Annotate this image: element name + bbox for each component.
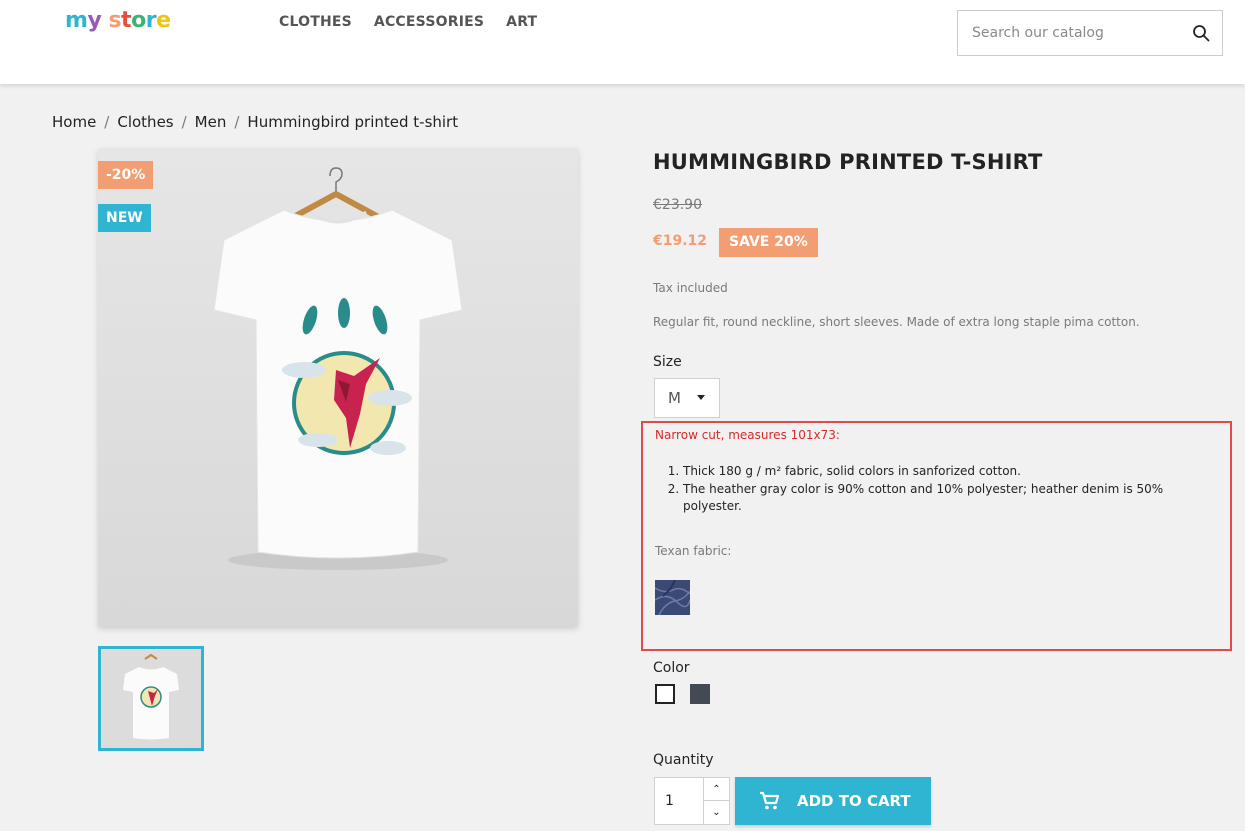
nav-accessories[interactable]: ACCESSORIES xyxy=(374,14,484,30)
logo-part: r xyxy=(145,8,157,33)
discount-badge: SAVE 20% xyxy=(719,228,818,257)
logo-part: t xyxy=(121,8,132,33)
product-title: HUMMINGBIRD PRINTED T-SHIRT xyxy=(653,150,1043,174)
logo-part: o xyxy=(131,8,146,33)
tax-label: Tax included xyxy=(653,281,728,295)
new-flag: NEW xyxy=(98,204,151,232)
color-swatch-white[interactable] xyxy=(655,684,675,704)
site-header: my store CLOTHES ACCESSORIES ART xyxy=(0,0,1245,84)
tshirt-illustration xyxy=(213,167,463,570)
list-item: Thick 180 g / m² fabric, solid colors in… xyxy=(683,463,1218,480)
fabric-label: Texan fabric: xyxy=(655,544,732,558)
add-to-cart-label: ADD TO CART xyxy=(797,792,911,810)
size-label: Size xyxy=(653,354,682,370)
logo-part: m xyxy=(65,8,88,33)
breadcrumb-current: Hummingbird printed t-shirt xyxy=(247,113,459,131)
caret-down-icon xyxy=(697,395,705,400)
logo-part: y xyxy=(87,8,102,33)
shopping-cart-icon xyxy=(760,791,779,810)
increment-button[interactable]: ⌃ xyxy=(704,778,729,801)
breadcrumb-men[interactable]: Men xyxy=(195,113,227,131)
breadcrumb-clothes[interactable]: Clothes xyxy=(117,113,173,131)
store-logo[interactable]: my store xyxy=(65,8,171,33)
list-item: The heather gray color is 90% cotton and… xyxy=(683,481,1218,515)
quantity-stepper: ⌃ ⌄ xyxy=(654,777,730,825)
add-to-cart-button[interactable]: ADD TO CART xyxy=(735,777,931,825)
tshirt-thumbnail-icon xyxy=(123,653,179,740)
color-label: Color xyxy=(653,660,690,676)
product-short-description: Regular fit, round neckline, short sleev… xyxy=(653,315,1140,329)
details-headline: Narrow cut, measures 101x73: xyxy=(655,428,840,442)
size-selected-value: M xyxy=(668,389,681,407)
breadcrumb: Home / Clothes / Men / Hummingbird print… xyxy=(52,113,458,131)
product-cover-image[interactable] xyxy=(98,148,578,626)
search-icon[interactable] xyxy=(1192,24,1210,42)
size-select[interactable]: M xyxy=(654,378,720,418)
quantity-spinner: ⌃ ⌄ xyxy=(703,778,729,824)
quantity-input[interactable] xyxy=(655,778,703,824)
breadcrumb-separator: / xyxy=(181,113,187,131)
logo-part: e xyxy=(156,8,171,33)
breadcrumb-home[interactable]: Home xyxy=(52,113,96,131)
current-price: €19.12 xyxy=(653,233,708,249)
nav-clothes[interactable]: CLOTHES xyxy=(279,14,352,30)
discount-flag: -20% xyxy=(98,161,154,189)
logo-part: s xyxy=(101,8,122,33)
top-nav: CLOTHES ACCESSORIES ART xyxy=(279,14,537,30)
search-input[interactable] xyxy=(958,11,1178,55)
nav-art[interactable]: ART xyxy=(506,14,537,30)
fabric-swatch-image xyxy=(655,580,690,615)
decrement-button[interactable]: ⌄ xyxy=(704,801,729,824)
regular-price: €23.90 xyxy=(653,197,702,213)
breadcrumb-separator: / xyxy=(234,113,240,131)
search-box xyxy=(957,10,1223,56)
color-swatch-dark-gray[interactable] xyxy=(690,684,710,704)
breadcrumb-separator: / xyxy=(104,113,110,131)
product-details-box xyxy=(641,421,1232,651)
details-list: Thick 180 g / m² fabric, solid colors in… xyxy=(668,463,1218,516)
product-thumbnail[interactable] xyxy=(98,646,204,751)
quantity-label: Quantity xyxy=(653,752,714,768)
